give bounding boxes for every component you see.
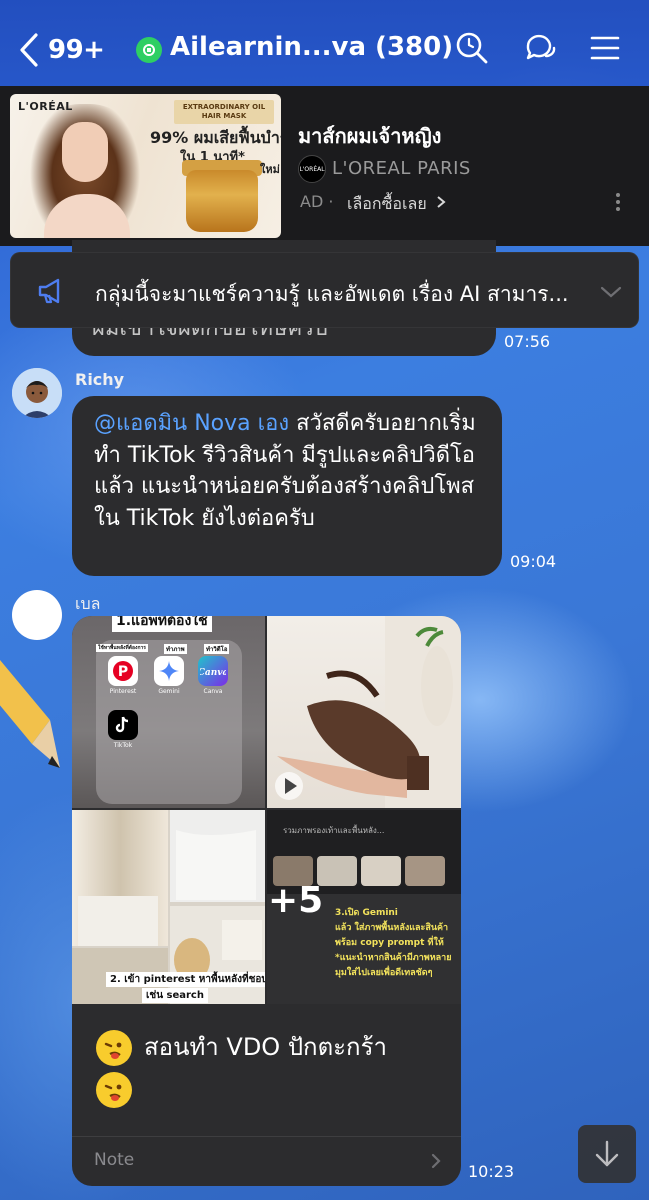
scroll-to-bottom-button[interactable] (578, 1125, 636, 1183)
post-caption-line (96, 1068, 387, 1110)
tile-caption: 1.แอพที่ต้องใช้ (112, 616, 212, 632)
app-label: Pinterest (109, 688, 137, 695)
back-button[interactable]: 99+ (18, 30, 105, 70)
ad-image[interactable]: L'ORÉAL EXTRAORDINARY OIL HAIR MASK 99% … (10, 94, 281, 238)
post-caption-line: สอนทำ VDO ปักตะกร้า (96, 1026, 387, 1068)
avatar-illustration (12, 368, 62, 418)
chevron-left-icon (20, 33, 38, 67)
megaphone-icon (38, 278, 60, 304)
avatar[interactable] (12, 368, 62, 418)
message-time: 09:04 (510, 552, 557, 571)
pinterest-icon: P (108, 656, 138, 686)
ad-title[interactable]: มาส์กผมเจ้าหญิง (298, 120, 441, 152)
svg-text:Canva: Canva (200, 668, 226, 678)
winking-face-icon (96, 1030, 132, 1066)
app-tag: ทำวิดีโอ (204, 644, 230, 654)
avatar[interactable] (12, 590, 62, 640)
unread-count: 99+ (48, 35, 105, 65)
open-chat-icon (136, 37, 162, 63)
arrow-down-icon (595, 1140, 619, 1167)
post-caption: สอนทำ VDO ปักตะกร้า (96, 1026, 387, 1110)
ad-tag: AD · (300, 192, 334, 211)
ad-tag-label: AD (300, 192, 324, 211)
image-tile-shoe[interactable] (267, 616, 461, 808)
ad-brand-name: L'OREAL PARIS (332, 158, 471, 179)
post-caption-text: สอนทำ VDO ปักตะกร้า (144, 1033, 387, 1061)
screen-line: *แนะนำหากสินค้ามีภาพหลาย (335, 953, 452, 963)
announcement-bar[interactable]: กลุ่มนี้จะมาแชร์ความรู้ และอัพเดต เรื่อง… (10, 252, 639, 328)
winking-face-icon (96, 1072, 132, 1108)
chat-title[interactable]: Ailearnin...va (380) (170, 32, 453, 62)
screen-instructions: 3.เปิด Gemini แล้ว ใส่ภาพพื้นหลังและสินค… (335, 906, 451, 981)
chevron-down-icon[interactable] (599, 281, 623, 303)
mention-link[interactable]: @แอดมิน Nova เอง (94, 411, 289, 436)
image-tile-apps[interactable]: 1.แอพที่ต้องใช้ ใช้หาพื้นหลังที่ต้องการ … (72, 616, 265, 808)
ad-product-jar (186, 170, 258, 232)
divider (72, 1136, 461, 1137)
app-label: Canva (203, 688, 223, 695)
screen-line: 3.เปิด Gemini (335, 908, 398, 918)
ad-model-face (62, 122, 108, 182)
chevron-right-icon (437, 196, 446, 208)
tiktok-icon (108, 710, 138, 740)
app-tag: ทำภาพ (164, 644, 187, 654)
app-folder: ใช้หาพื้นหลังที่ต้องการ ทำภาพ ทำวิดีโอ P… (96, 640, 242, 804)
pencil-decoration (0, 660, 60, 768)
ad-product-label: EXTRAORDINARY OIL HAIR MASK (174, 100, 274, 124)
tile-caption: เช่น search (142, 988, 208, 1003)
search-icon[interactable] (454, 30, 490, 66)
screen-line: มุมใส่ไปเลยเพื่อดีเทลชัดๆ (335, 968, 433, 978)
shoe-photo (275, 616, 461, 808)
chevron-right-icon[interactable] (430, 1152, 442, 1170)
chat-header: 99+ Ailearnin...va (380) (0, 0, 649, 86)
screen-line: พร้อม copy prompt ที่ให้ (335, 938, 444, 948)
note-link[interactable]: Note (94, 1150, 134, 1170)
message-time: 07:56 (504, 332, 551, 351)
app-tag: ใช้หาพื้นหลังที่ต้องการ (96, 644, 148, 652)
canva-icon: Canva (198, 656, 228, 686)
sender-name: Richy (75, 370, 125, 389)
svg-text:P: P (118, 664, 128, 680)
image-post-card[interactable]: 1.แอพที่ต้องใช้ ใช้หาพื้นหลังที่ต้องการ … (72, 616, 461, 1186)
announcement-text: กลุ่มนี้จะมาแชร์ความรู้ และอัพเดต เรื่อง… (95, 282, 569, 306)
menu-icon[interactable] (588, 30, 624, 66)
message-time: 10:23 (468, 1162, 515, 1181)
ad-cta-link[interactable]: เลือกซื้อเลย (347, 192, 446, 217)
chat-bubbles-icon[interactable] (522, 30, 558, 66)
gemini-icon (154, 656, 184, 686)
ad-brand-small: L'ORÉAL (18, 100, 73, 113)
screen-line: แล้ว ใส่ภาพพื้นหลังและสินค้า (335, 923, 449, 933)
sender-name: เบล (75, 594, 101, 613)
app-label: Gemini (158, 688, 180, 695)
tile-caption: 2. เข้า pinterest หาพื้นหลังที่ชอบ (106, 972, 265, 987)
message-bubble[interactable]: @แอดมิน Nova เอง สวัสดีครับอยากเริ่มทำ T… (72, 396, 502, 576)
ad-brand-logo: L'ORÉAL (298, 155, 326, 183)
more-images-count[interactable]: +5 (268, 880, 323, 921)
more-vertical-icon[interactable] (612, 190, 624, 214)
ad-cta-label: เลือกซื้อเลย (347, 194, 427, 213)
message-text: @แอดมิน Nova เอง สวัสดีครับอยากเริ่มทำ T… (94, 408, 494, 534)
ad-new-badge: ใหม่! (260, 163, 281, 176)
screen-header: รวมภาพรองเท้าและพื้นหลัง... (283, 826, 385, 835)
app-label: TikTok (113, 742, 133, 749)
image-tile-room[interactable]: 2. เข้า pinterest หาพื้นหลังที่ชอบ เช่น … (72, 810, 265, 1004)
